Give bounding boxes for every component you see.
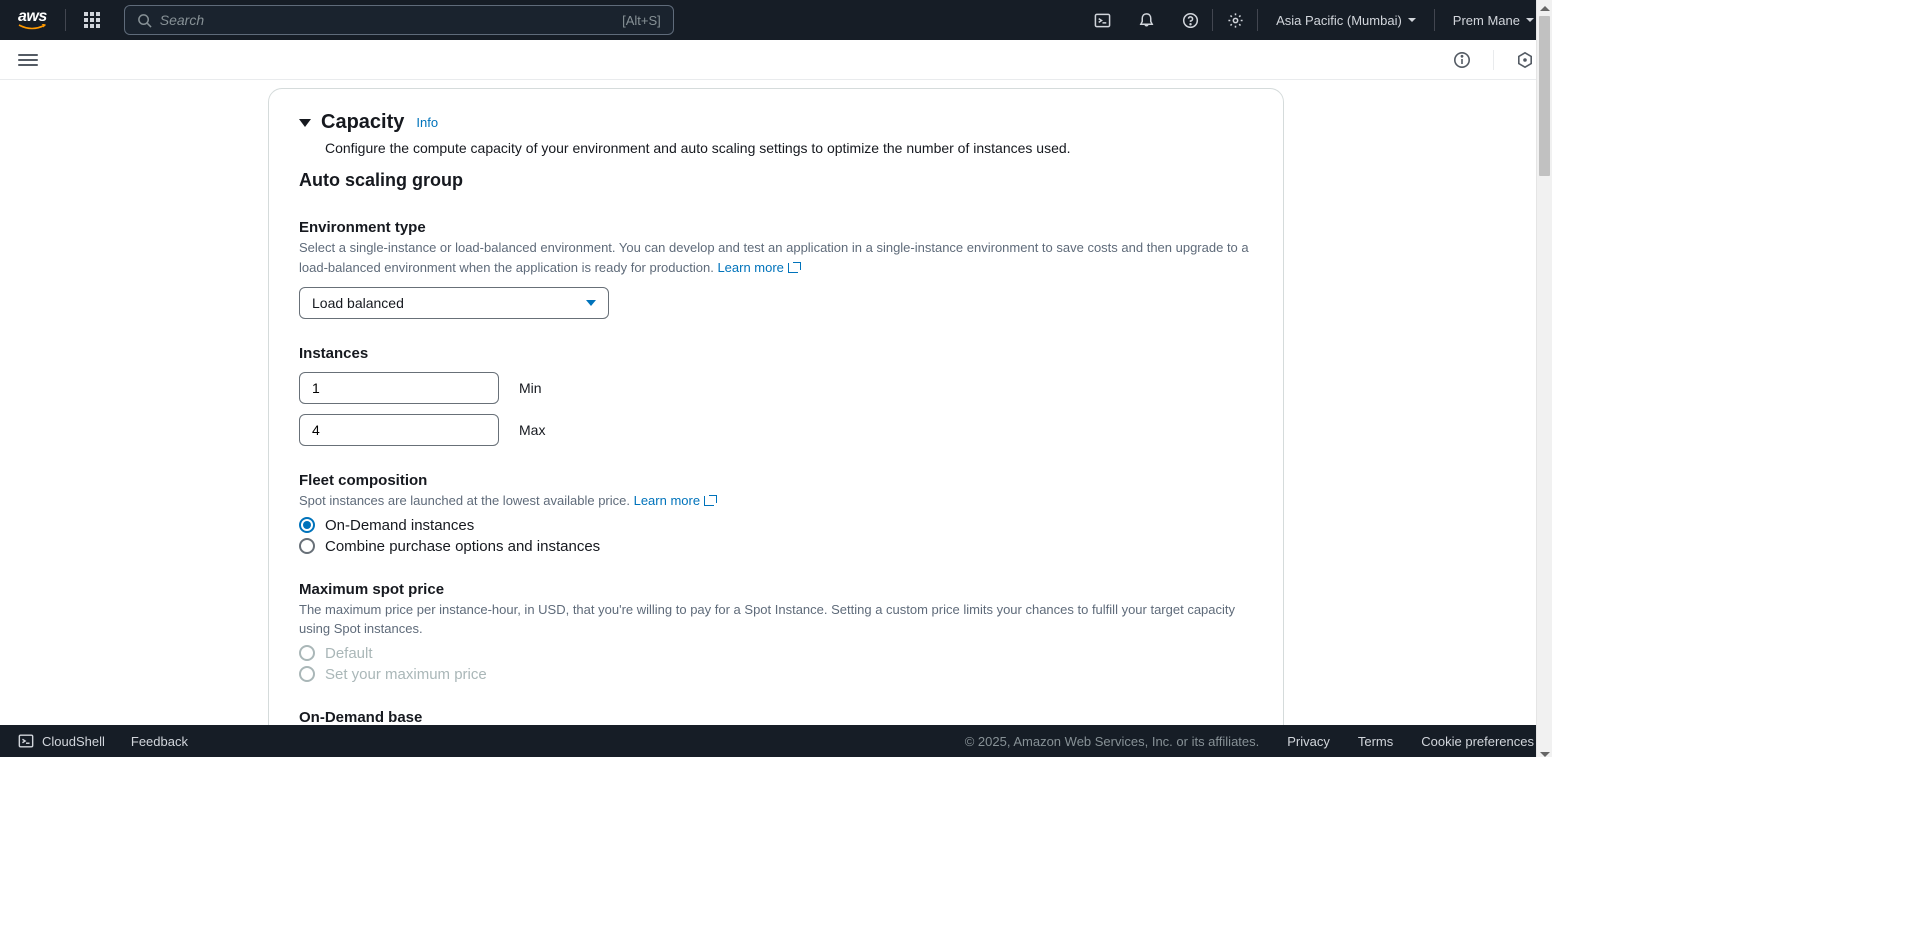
learn-more-text: Learn more: [717, 258, 783, 278]
panel-description: Configure the compute capacity of your e…: [325, 140, 1253, 156]
region-selector[interactable]: Asia Pacific (Mumbai): [1258, 13, 1434, 28]
aws-logo-text: aws: [18, 9, 47, 25]
help-button[interactable]: [1168, 0, 1212, 40]
fleet-combine-label: Combine purchase options and instances: [325, 538, 600, 555]
auto-scaling-heading: Auto scaling group: [299, 170, 1253, 191]
instances-min-label: Min: [519, 380, 542, 396]
cloudshell-label: CloudShell: [42, 734, 105, 749]
info-panel-toggle[interactable]: [1453, 51, 1471, 69]
scroll-down-arrow[interactable]: [1537, 741, 1552, 757]
learn-more-text: Learn more: [634, 491, 700, 511]
help-panel-toggle[interactable]: [1516, 51, 1534, 69]
search-shortcut: [Alt+S]: [622, 13, 661, 28]
spot-default-radio: [299, 645, 315, 661]
cloudshell-icon: [18, 733, 34, 749]
search-box[interactable]: [Alt+S]: [124, 5, 674, 35]
aws-smile-icon: [18, 24, 46, 31]
collapse-toggle[interactable]: [299, 119, 311, 127]
info-icon: [1453, 51, 1471, 69]
spot-custom-radio: [299, 666, 315, 682]
main-content: Capacity Info Configure the compute capa…: [0, 80, 1552, 725]
terms-link[interactable]: Terms: [1358, 734, 1393, 749]
env-type-help: Select a single-instance or load-balance…: [299, 238, 1253, 277]
info-link[interactable]: Info: [416, 115, 438, 130]
grid-icon: [84, 12, 100, 28]
gear-icon: [1227, 12, 1244, 29]
search-icon: [137, 13, 152, 28]
caret-down-icon: [1526, 18, 1534, 22]
spot-custom-label: Set your maximum price: [325, 666, 487, 683]
browser-scrollbar[interactable]: [1536, 0, 1552, 757]
capacity-panel: Capacity Info Configure the compute capa…: [268, 88, 1284, 725]
spot-default-label: Default: [325, 645, 373, 662]
fleet-help-text: Spot instances are launched at the lowes…: [299, 493, 634, 508]
spot-label: Maximum spot price: [299, 581, 1253, 598]
ondemand-base-label: On-Demand base: [299, 709, 1253, 726]
side-nav-toggle[interactable]: [18, 51, 38, 69]
privacy-link[interactable]: Privacy: [1287, 734, 1330, 749]
fleet-ondemand-label: On-Demand instances: [325, 517, 474, 534]
panel-title: Capacity: [321, 111, 404, 134]
scroll-thumb[interactable]: [1539, 16, 1550, 176]
region-label: Asia Pacific (Mumbai): [1276, 13, 1402, 28]
fleet-learn-more-link[interactable]: Learn more: [634, 491, 717, 511]
scroll-up-arrow[interactable]: [1537, 0, 1552, 16]
feedback-link[interactable]: Feedback: [131, 734, 188, 749]
settings-button[interactable]: [1213, 0, 1257, 40]
fleet-ondemand-radio[interactable]: [299, 517, 315, 533]
env-type-learn-more-link[interactable]: Learn more: [717, 258, 800, 278]
cookie-prefs-link[interactable]: Cookie preferences: [1421, 734, 1534, 749]
fleet-combine-radio[interactable]: [299, 538, 315, 554]
notifications-button[interactable]: [1124, 0, 1168, 40]
instances-max-input[interactable]: [299, 414, 499, 446]
user-label: Prem Mane: [1453, 13, 1520, 28]
scroll-track[interactable]: [1537, 16, 1552, 741]
hex-icon: [1516, 51, 1534, 69]
cloudshell-icon: [1094, 12, 1111, 29]
caret-down-icon: [1408, 18, 1416, 22]
instances-max-label: Max: [519, 422, 545, 438]
separator: [1493, 50, 1494, 70]
spot-help: The maximum price per instance-hour, in …: [299, 600, 1253, 639]
env-type-label: Environment type: [299, 219, 1253, 236]
fleet-label: Fleet composition: [299, 472, 1253, 489]
sub-bar: [0, 40, 1552, 80]
help-icon: [1182, 12, 1199, 29]
account-menu[interactable]: Prem Mane: [1435, 13, 1552, 28]
footer: CloudShell Feedback © 2025, Amazon Web S…: [0, 725, 1552, 757]
services-menu-button[interactable]: [66, 12, 118, 28]
cloudshell-footer-button[interactable]: CloudShell: [18, 733, 105, 749]
instances-min-input[interactable]: [299, 372, 499, 404]
env-type-value: Load balanced: [312, 295, 404, 311]
fleet-help: Spot instances are launched at the lowes…: [299, 491, 1253, 511]
top-nav: aws [Alt+S]: [0, 0, 1552, 40]
env-type-select[interactable]: Load balanced: [299, 287, 609, 319]
copyright-text: © 2025, Amazon Web Services, Inc. or its…: [965, 734, 1260, 749]
cloudshell-nav-button[interactable]: [1080, 0, 1124, 40]
bell-icon: [1138, 12, 1155, 29]
external-link-icon: [704, 495, 717, 506]
external-link-icon: [788, 262, 801, 273]
search-input[interactable]: [160, 12, 622, 28]
select-caret-icon: [586, 300, 596, 306]
instances-label: Instances: [299, 345, 1253, 362]
aws-logo[interactable]: aws: [0, 9, 65, 31]
